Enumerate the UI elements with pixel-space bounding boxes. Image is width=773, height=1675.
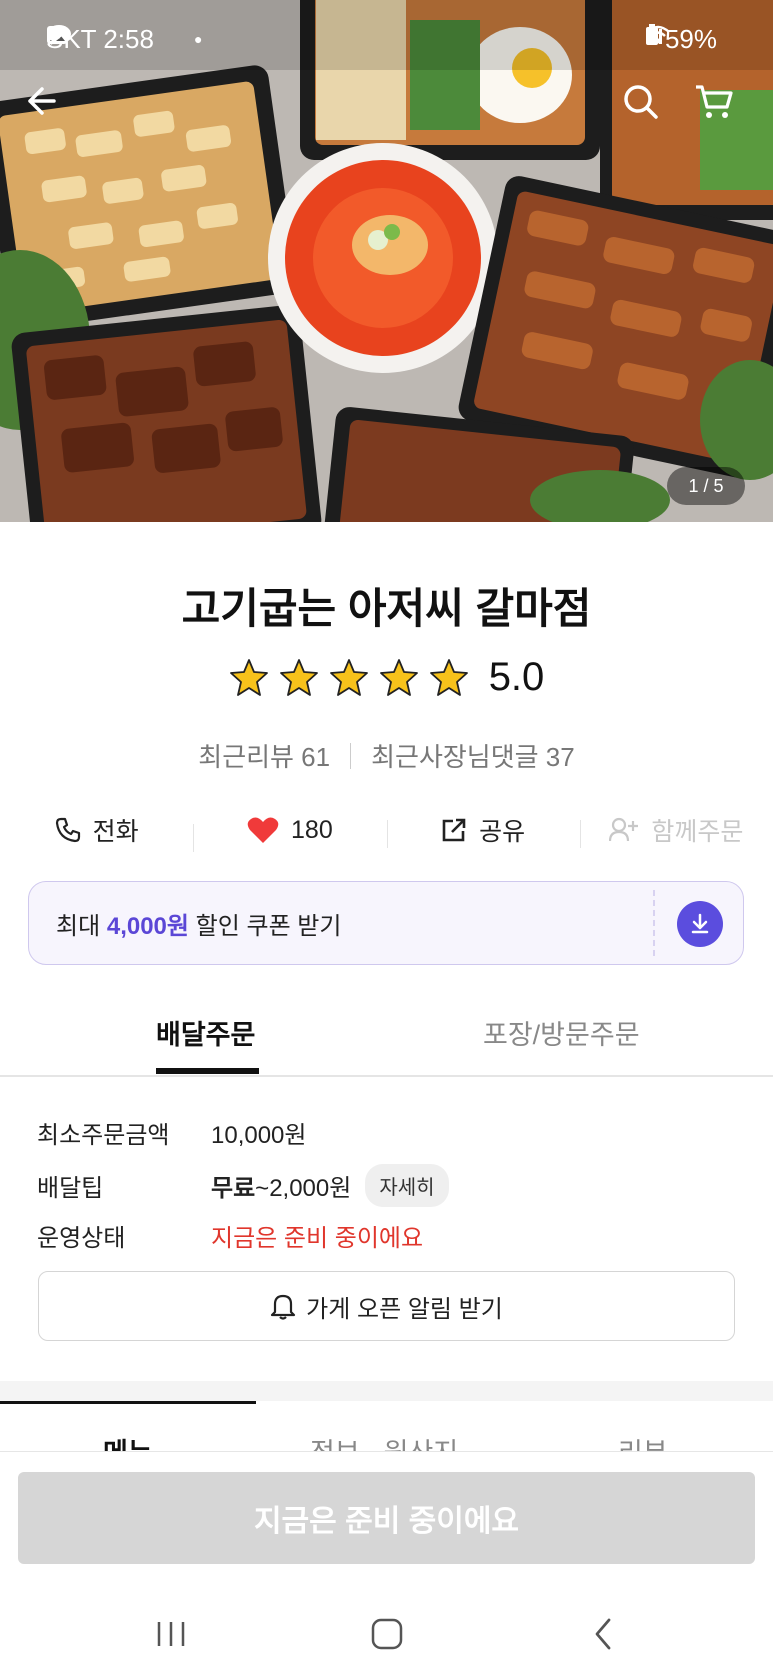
- home-button[interactable]: [357, 1612, 417, 1656]
- download-icon: [691, 913, 709, 934]
- call-button[interactable]: 전화: [0, 812, 193, 848]
- tab-info[interactable]: 정보 · 원산지: [310, 1431, 458, 1451]
- share-button[interactable]: 공유: [386, 812, 580, 848]
- store-actions: 전화 180 공유 함께주문: [0, 805, 773, 855]
- like-button[interactable]: 180: [193, 815, 386, 852]
- share-icon: [442, 818, 466, 842]
- tab-pickup[interactable]: 포장/방문주문: [483, 1013, 640, 1052]
- call-label: 전화: [92, 818, 139, 846]
- coupon-download-button[interactable]: [677, 901, 723, 947]
- rating-score: 5.0: [488, 655, 545, 699]
- phone-icon: [55, 817, 80, 843]
- search-icon: [624, 85, 658, 119]
- open-notification-button[interactable]: 가게 오픈 알림 받기: [38, 1271, 735, 1341]
- recent-apps-button[interactable]: [141, 1612, 201, 1656]
- owner-replies-link[interactable]: 최근사장님댓글 37: [371, 737, 575, 774]
- order-type-tabs: 배달주문 포장/방문주문: [0, 1005, 773, 1077]
- delivery-tip-range: ~2,000원: [255, 1175, 352, 1202]
- recent-reviews-link[interactable]: 최근리뷰 61: [198, 737, 330, 774]
- arrow-left-icon: [28, 87, 56, 115]
- min-order-row: 최소주문금액 10,000원: [37, 1115, 307, 1150]
- search-button[interactable]: [622, 83, 678, 139]
- coupon-amount: 4,000원: [106, 912, 189, 940]
- delivery-tip-label: 배달팁: [37, 1175, 104, 1202]
- open-notification-label: 가게 오픈 알림 받기: [306, 1295, 503, 1323]
- section-divider: [0, 1381, 773, 1401]
- heart-icon: [247, 817, 279, 843]
- bell-icon: [271, 1294, 296, 1320]
- review-summary: 최근리뷰 61 최근사장님댓글 37: [0, 737, 773, 774]
- system-nav-bar: [0, 1590, 773, 1675]
- share-label: 공유: [479, 818, 526, 846]
- chevron-left-icon: [595, 1618, 611, 1650]
- back-button[interactable]: [22, 83, 78, 139]
- divider: [350, 742, 352, 769]
- delivery-tip-row: 배달팁 무료~2,000원 자세히: [37, 1164, 449, 1207]
- home-icon: [371, 1618, 403, 1650]
- coupon-divider: [653, 890, 655, 956]
- tab-review[interactable]: 리뷰: [618, 1431, 668, 1451]
- min-order-label: 최소주문금액: [37, 1122, 170, 1149]
- rating-stars: [229, 658, 469, 698]
- star-icon: [279, 658, 318, 696]
- star-icon: [429, 658, 468, 696]
- coupon-text: 최대 4,000원 할인 쿠폰 받기: [29, 906, 341, 941]
- cart-button[interactable]: [694, 83, 750, 139]
- dot-icon: ●: [193, 31, 203, 47]
- coupon-suffix: 할인 쿠폰 받기: [195, 912, 342, 940]
- group-order-label: 함께주문: [651, 818, 744, 846]
- store-rating: 5.0: [0, 655, 773, 700]
- recent-apps-icon: [157, 1622, 185, 1646]
- delivery-tip-free: 무료: [211, 1175, 256, 1202]
- order-button-disabled[interactable]: 지금은 준비 중이에요: [18, 1472, 755, 1564]
- menu-tabs: 메뉴 정보 · 원산지 리뷰: [0, 1401, 773, 1451]
- cart-icon: [696, 85, 733, 118]
- menu-tab-indicator: [0, 1401, 256, 1404]
- system-back-button[interactable]: [574, 1612, 634, 1656]
- bottom-divider: [0, 1451, 773, 1452]
- star-icon: [329, 658, 368, 696]
- status-value: 지금은 준비 중이에요: [211, 1225, 424, 1252]
- status-label: 운영상태: [37, 1225, 126, 1252]
- like-count: 180: [291, 815, 333, 844]
- tab-menu[interactable]: 메뉴: [103, 1431, 153, 1451]
- battery-level: 59%: [664, 23, 717, 54]
- min-order-value: 10,000원: [211, 1122, 307, 1149]
- star-icon: [229, 658, 268, 696]
- active-tab-indicator: [156, 1068, 259, 1074]
- status-row: 운영상태 지금은 준비 중이에요: [37, 1218, 423, 1253]
- add-user-icon: [609, 817, 639, 842]
- store-hero-image[interactable]: SKT 2:58 ● 59% 1 / 5: [0, 0, 773, 522]
- tab-delivery[interactable]: 배달주문: [156, 1013, 255, 1052]
- status-bar: SKT 2:58 ● 59%: [0, 18, 773, 60]
- star-icon: [379, 658, 418, 696]
- image-page-indicator: 1 / 5: [667, 467, 745, 505]
- coupon-prefix: 최대: [56, 912, 101, 940]
- store-name: 고기굽는 아저씨 갈마점: [181, 585, 592, 632]
- delivery-tip-value: 무료~2,000원: [211, 1168, 351, 1203]
- coupon-banner[interactable]: 최대 4,000원 할인 쿠폰 받기: [28, 881, 744, 965]
- delivery-tip-detail-button[interactable]: 자세히: [365, 1164, 449, 1207]
- group-order-button[interactable]: 함께주문: [579, 812, 773, 848]
- food-photo: [0, 0, 773, 522]
